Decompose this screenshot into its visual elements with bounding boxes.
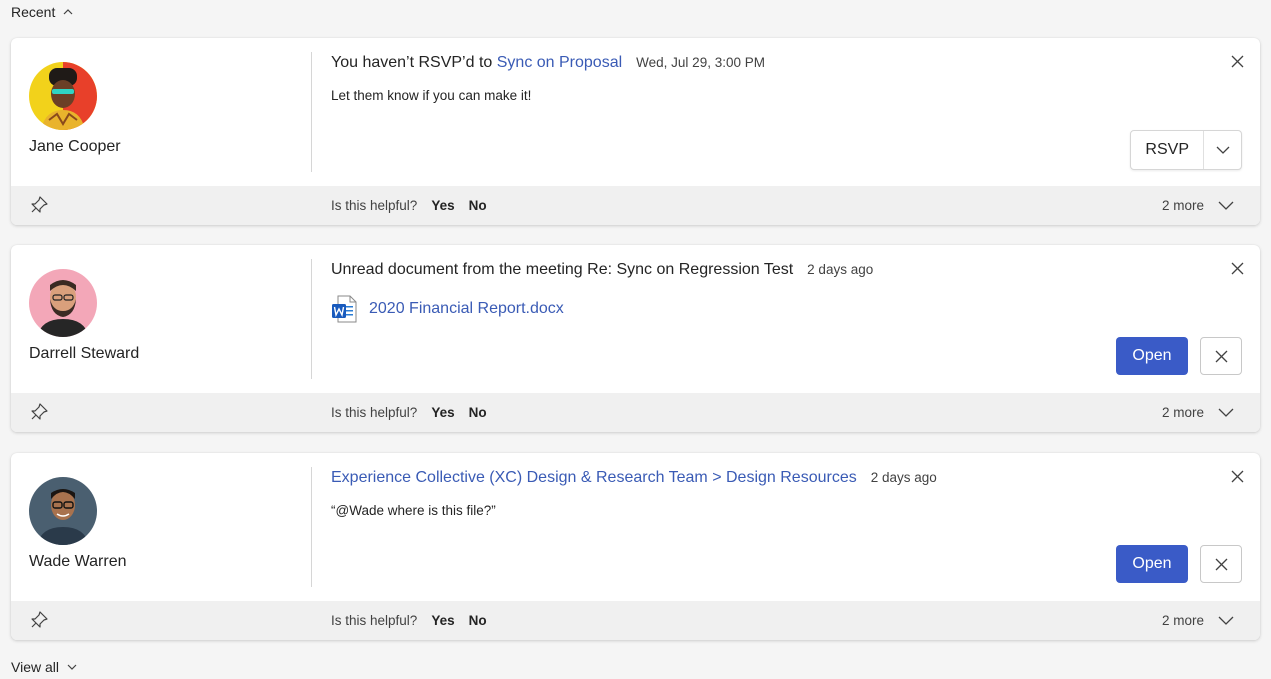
card-footer: Is this helpful? Yes No 2 more: [11, 186, 1260, 225]
open-button[interactable]: Open: [1116, 337, 1188, 375]
recent-section-toggle[interactable]: Recent: [11, 2, 73, 22]
divider: [311, 52, 312, 172]
rsvp-split-button: RSVP: [1130, 130, 1242, 170]
person-name: Darrell Steward: [29, 345, 140, 362]
pin-icon: [31, 196, 48, 213]
meeting-link[interactable]: Sync on Proposal: [497, 54, 622, 71]
more-button[interactable]: 2 more: [1162, 186, 1234, 225]
more-label: 2 more: [1161, 405, 1204, 420]
card-title: Unread document from the meeting Re: Syn…: [331, 261, 794, 278]
timestamp: Wed, Jul 29, 3:00 PM: [636, 55, 765, 70]
chevron-up-icon: [63, 9, 73, 15]
chevron-down-icon: [67, 664, 77, 670]
activity-card: Wade Warren Experience Collective (XC) D…: [11, 453, 1260, 640]
more-button[interactable]: 2 more: [1162, 393, 1234, 432]
feedback-no-button[interactable]: No: [469, 613, 487, 628]
more-label: 2 more: [1161, 198, 1204, 213]
open-button[interactable]: Open: [1116, 545, 1188, 583]
avatar[interactable]: [29, 477, 97, 545]
feedback-yes-button[interactable]: Yes: [431, 613, 454, 628]
pin-button[interactable]: [29, 610, 49, 630]
feedback-no-button[interactable]: No: [469, 405, 487, 420]
avatar[interactable]: [29, 269, 97, 337]
rsvp-button[interactable]: RSVP: [1131, 131, 1204, 169]
chevron-down-icon: [1218, 201, 1234, 210]
divider: [311, 467, 312, 587]
section-label: Recent: [11, 4, 56, 20]
feedback-question: Is this helpful?: [331, 198, 418, 213]
chevron-down-icon: [1218, 408, 1234, 417]
close-icon: [1231, 262, 1243, 274]
feedback-no-button[interactable]: No: [469, 198, 487, 213]
pin-button[interactable]: [29, 402, 49, 422]
rsvp-dropdown-button[interactable]: [1204, 131, 1241, 169]
pin-button[interactable]: [29, 195, 49, 215]
document-link[interactable]: 2020 Financial Report.docx: [369, 300, 564, 318]
pin-icon: [31, 403, 48, 420]
card-title: You haven’t RSVP’d to Sync on Proposal: [331, 54, 623, 71]
avatar[interactable]: [29, 62, 97, 130]
close-icon: [1215, 350, 1227, 362]
person-block: Jane Cooper: [29, 62, 289, 156]
dismiss-button[interactable]: [1228, 52, 1246, 70]
close-icon: [1231, 55, 1243, 67]
view-all-button[interactable]: View all: [11, 657, 77, 677]
close-icon: [1231, 470, 1243, 482]
feedback-yes-button[interactable]: Yes: [431, 198, 454, 213]
activity-card: Darrell Steward Unread document from the…: [11, 245, 1260, 432]
card-footer: Is this helpful? Yes No 2 more: [11, 601, 1260, 640]
person-name: Jane Cooper: [29, 138, 121, 155]
feedback-yes-button[interactable]: Yes: [431, 405, 454, 420]
pin-icon: [31, 611, 48, 628]
dismiss-button[interactable]: [1228, 467, 1246, 485]
timestamp: 2 days ago: [807, 262, 874, 277]
more-label: 2 more: [1161, 613, 1204, 628]
chevron-down-icon: [1218, 616, 1234, 625]
close-icon: [1215, 558, 1227, 570]
word-document-icon: [332, 295, 357, 323]
feedback-question: Is this helpful?: [331, 405, 418, 420]
chevron-down-icon: [1216, 146, 1229, 154]
dismiss-button[interactable]: [1228, 259, 1246, 277]
activity-card: Jane Cooper You haven’t RSVP’d to Sync o…: [11, 38, 1260, 225]
close-button[interactable]: [1200, 337, 1242, 375]
card-body: Let them know if you can make it!: [331, 88, 532, 103]
person-block: Darrell Steward: [29, 269, 289, 363]
card-footer: Is this helpful? Yes No 2 more: [11, 393, 1260, 432]
more-button[interactable]: 2 more: [1162, 601, 1234, 640]
timestamp: 2 days ago: [870, 470, 937, 485]
divider: [311, 259, 312, 379]
person-name: Wade Warren: [29, 553, 127, 570]
channel-link[interactable]: Experience Collective (XC) Design & Rese…: [331, 469, 857, 487]
view-all-label: View all: [11, 659, 59, 675]
feedback-question: Is this helpful?: [331, 613, 418, 628]
close-button[interactable]: [1200, 545, 1242, 583]
card-body: “@Wade where is this file?”: [331, 503, 496, 518]
person-block: Wade Warren: [29, 477, 289, 571]
